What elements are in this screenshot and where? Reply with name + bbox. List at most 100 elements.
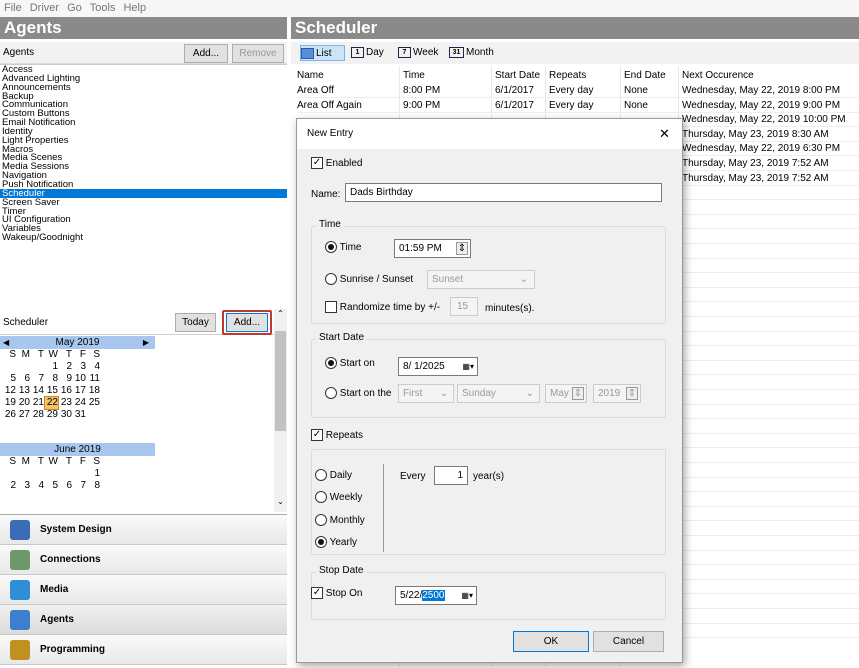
calendar-day[interactable]: 17: [73, 385, 86, 397]
calendar-scrollbar[interactable]: ⌃ ⌄: [274, 309, 287, 512]
nav-agents[interactable]: Agents: [0, 605, 287, 635]
column-header[interactable]: Next Occurence: [682, 70, 754, 81]
calendar-day[interactable]: 29: [45, 409, 58, 421]
calendar-dropdown-icon[interactable]: ▦▾: [462, 358, 474, 375]
nav-media[interactable]: Media: [0, 575, 287, 605]
daily-radio[interactable]: Daily: [315, 469, 352, 483]
start-on-the-radio[interactable]: Start on the: [325, 387, 391, 401]
calendar-day[interactable]: 1: [87, 468, 100, 480]
agent-list-item[interactable]: Announcements: [0, 83, 287, 92]
agent-list-item[interactable]: Screen Saver: [0, 197, 287, 206]
tab-week[interactable]: 7 Week: [398, 45, 438, 61]
randomize-checkbox[interactable]: Randomize time by +/-: [325, 301, 440, 315]
nav-system-design[interactable]: System Design: [0, 515, 287, 545]
table-row[interactable]: Area Off Again 9:00 PM 6/1/2017 Every day No…: [297, 99, 859, 113]
agent-list-item[interactable]: UI Configuration: [0, 215, 287, 224]
calendar-day[interactable]: 25: [87, 397, 100, 409]
calendar-day[interactable]: 31: [73, 409, 86, 421]
calendar-day[interactable]: 3: [17, 480, 30, 492]
weekday-select[interactable]: Sunday ⌄: [457, 384, 540, 403]
calendar-day[interactable]: 30: [59, 409, 72, 421]
nav-connections[interactable]: Connections: [0, 545, 287, 575]
name-field[interactable]: Dads Birthday: [345, 183, 662, 202]
calendar-day[interactable]: 16: [59, 385, 72, 397]
calendar-day[interactable]: 8: [87, 480, 100, 492]
nav-programming[interactable]: Programming: [0, 635, 287, 665]
calendar-day[interactable]: 27: [17, 409, 30, 421]
stop-on-date-picker[interactable]: 5/22/2500 ▦▾: [395, 586, 477, 605]
agents-add-button[interactable]: Add...: [184, 44, 228, 63]
calendar-day[interactable]: 24: [73, 397, 86, 409]
scroll-thumb[interactable]: [275, 331, 286, 431]
calendar-day[interactable]: 9: [59, 373, 72, 385]
calendar-day[interactable]: 5: [45, 480, 58, 492]
start-on-date-picker[interactable]: 8/ 1/2025 ▦▾: [398, 357, 478, 376]
weekly-radio[interactable]: Weekly: [315, 491, 362, 505]
scheduler-add-button[interactable]: Add...: [226, 313, 268, 332]
column-header[interactable]: Name: [297, 70, 324, 81]
calendar-day[interactable]: 2: [3, 480, 16, 492]
calendar-day[interactable]: 4: [31, 480, 44, 492]
calendar-day[interactable]: 2: [59, 361, 72, 373]
yearly-radio[interactable]: Yearly: [315, 536, 357, 550]
calendar-day[interactable]: 8: [45, 373, 58, 385]
stop-on-checkbox[interactable]: ✓ Stop On: [311, 587, 362, 601]
menu-tools[interactable]: Tools: [86, 0, 120, 14]
tab-day[interactable]: 1 Day: [351, 45, 384, 61]
calendar-day[interactable]: 7: [73, 480, 86, 492]
sunrise-sunset-select[interactable]: Sunset ⌄: [427, 270, 535, 289]
enabled-checkbox[interactable]: ✓ Enabled: [311, 157, 362, 171]
scroll-down-icon[interactable]: ⌄: [276, 497, 285, 509]
agent-list-item[interactable]: Email Notification: [0, 118, 287, 127]
column-header[interactable]: Time: [403, 70, 425, 81]
menu-driver[interactable]: Driver: [26, 0, 63, 14]
repeats-checkbox[interactable]: ✓ Repeats: [311, 429, 363, 443]
agent-list-item[interactable]: Wakeup/Goodnight: [0, 233, 287, 242]
today-button[interactable]: Today: [175, 313, 216, 332]
time-radio[interactable]: Time: [325, 241, 361, 255]
calendar-day[interactable]: 14: [31, 385, 44, 397]
monthly-radio[interactable]: Monthly: [315, 514, 365, 528]
time-field[interactable]: 01:59 PM ⇕: [394, 239, 471, 258]
calendar-day[interactable]: 13: [17, 385, 30, 397]
ordinal-select[interactable]: First ⌄: [398, 384, 454, 403]
tab-month[interactable]: 31 Month: [449, 45, 494, 61]
calendar-day[interactable]: 5: [3, 373, 16, 385]
spinner-icon[interactable]: ⇕: [626, 387, 638, 400]
table-row[interactable]: Area Off 8:00 PM 6/1/2017 Every day None Wedn…: [297, 84, 859, 98]
calendar-day[interactable]: 15: [45, 385, 58, 397]
prev-month-icon[interactable]: ◀: [3, 336, 9, 349]
spinner-icon[interactable]: ⇕: [572, 387, 584, 400]
calendar-day[interactable]: 18: [87, 385, 100, 397]
calendar-day[interactable]: 4: [87, 361, 100, 373]
every-field[interactable]: 1: [434, 466, 468, 485]
start-on-radio[interactable]: Start on: [325, 357, 375, 371]
calendar-day[interactable]: 6: [17, 373, 30, 385]
calendar-day[interactable]: 23: [59, 397, 72, 409]
column-header[interactable]: Repeats: [549, 70, 586, 81]
month-spinner[interactable]: May ⇕: [545, 384, 587, 403]
cancel-button[interactable]: Cancel: [593, 631, 664, 652]
calendar-day[interactable]: 21: [31, 397, 44, 409]
agent-list-item[interactable]: Light Properties: [0, 136, 287, 145]
calendar-day[interactable]: 10: [73, 373, 86, 385]
ok-button[interactable]: OK: [513, 631, 589, 652]
menu-go[interactable]: Go: [63, 0, 86, 14]
calendar-day[interactable]: 12: [3, 385, 16, 397]
column-header[interactable]: Start Date: [495, 70, 540, 81]
randomize-field[interactable]: 15: [450, 297, 478, 316]
year-spinner[interactable]: 2019 ⇕: [593, 384, 641, 403]
agents-remove-button[interactable]: Remove: [232, 44, 284, 63]
calendar-day[interactable]: 11: [87, 373, 100, 385]
calendar-day[interactable]: 22: [44, 396, 59, 410]
spinner-icon[interactable]: ⇕: [456, 242, 468, 255]
scroll-up-icon[interactable]: ⌃: [276, 309, 285, 321]
calendar-day[interactable]: 26: [3, 409, 16, 421]
close-icon[interactable]: ✕: [659, 126, 670, 142]
calendar-day[interactable]: 3: [73, 361, 86, 373]
tab-list[interactable]: List: [300, 45, 345, 61]
calendar-day[interactable]: 19: [3, 397, 16, 409]
calendar-day[interactable]: 1: [45, 361, 58, 373]
menu-file[interactable]: File: [0, 0, 26, 14]
calendar-day[interactable]: 7: [31, 373, 44, 385]
